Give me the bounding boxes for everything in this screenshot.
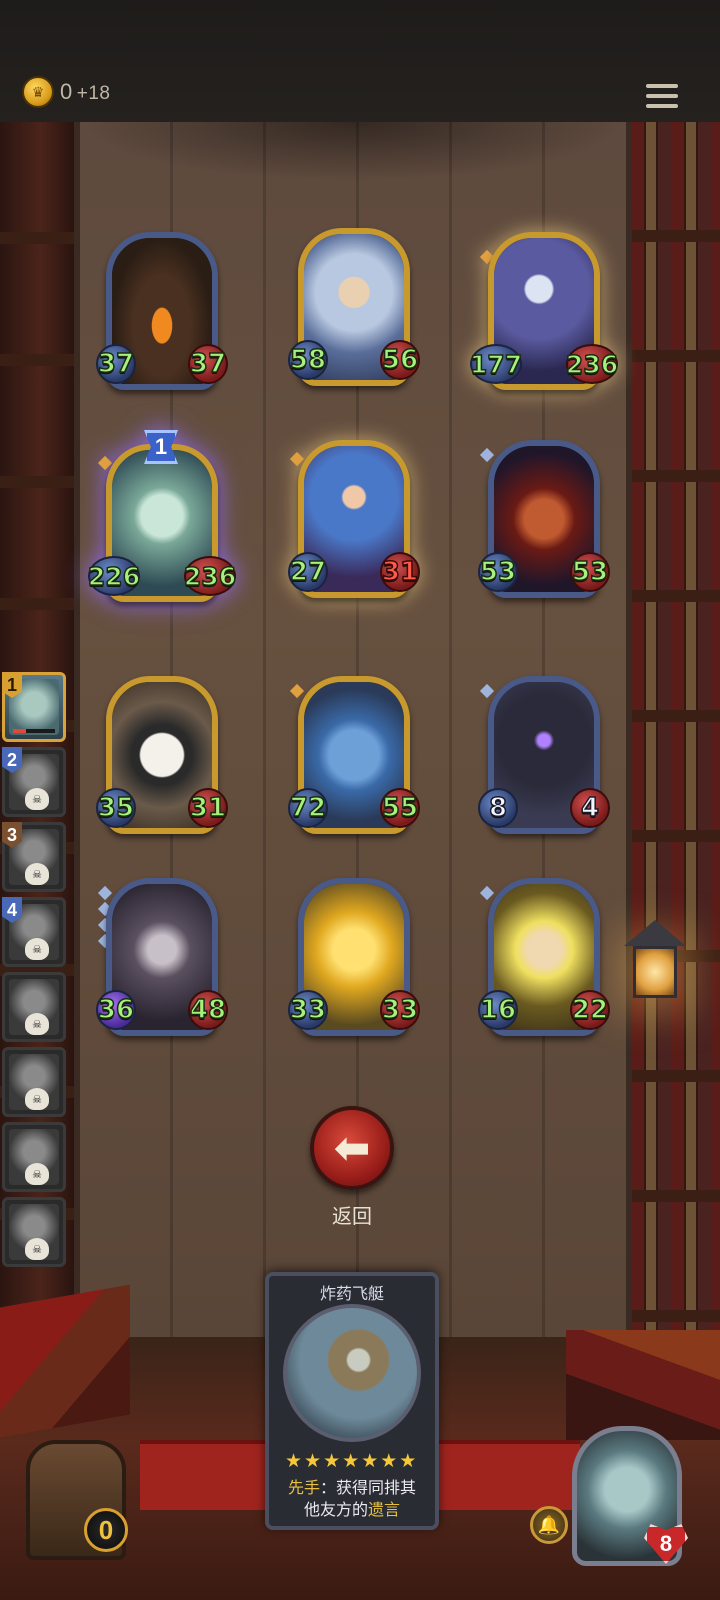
- star-icon: ★: [304, 1451, 322, 1472]
- minion-card[interactable]: 16 22: [478, 878, 610, 1036]
- roster-item-5[interactable]: ☠: [2, 972, 66, 1042]
- spell-description: 先手：获得同排其 他友方的遗言: [277, 1478, 427, 1522]
- minion-card[interactable]: 36 48: [96, 878, 228, 1036]
- attack-stat: 33: [288, 990, 328, 1030]
- skull-icon: ☠: [25, 1163, 49, 1185]
- roster-item-8[interactable]: ☠: [2, 1197, 66, 1267]
- skull-icon: ☠: [25, 788, 49, 810]
- desc-text-2: 他友方的: [303, 1502, 368, 1519]
- minion-card[interactable]: 35 31: [96, 676, 228, 834]
- skull-icon: ☠: [25, 1088, 49, 1110]
- gold-delta: +18: [76, 83, 111, 104]
- desc-text-1: ：获得同排其: [320, 1480, 417, 1497]
- airship-portrait: [283, 1304, 421, 1442]
- minion-card[interactable]: 8 4: [478, 676, 610, 834]
- hero-portrait[interactable]: 8: [572, 1426, 688, 1566]
- roster-item-7[interactable]: ☠: [2, 1122, 66, 1192]
- lantern: [624, 920, 686, 1020]
- health-stat: 236: [565, 344, 619, 384]
- minion-card[interactable]: 27 31: [288, 440, 420, 598]
- attack-stat: 53: [478, 552, 518, 592]
- keyword-first-strike: 先手: [287, 1480, 320, 1497]
- star-rating: ★ ★ ★ ★ ★ ★ ★: [285, 1452, 416, 1471]
- health-stat: 22: [570, 990, 610, 1030]
- attack-stat: 27: [288, 552, 328, 592]
- attack-stat: 58: [288, 340, 328, 380]
- top-bar: ♛ 0 +18: [0, 0, 720, 122]
- star-icon: ★: [399, 1451, 417, 1472]
- star-icon: ★: [380, 1451, 398, 1472]
- health-stat: 37: [188, 344, 228, 384]
- minion-card[interactable]: 1 226 236: [87, 430, 237, 602]
- health-stat: 56: [380, 340, 420, 380]
- chest-count: 0: [84, 1508, 128, 1552]
- player-roster: 1 2 ☠ 3 ☠ 4 ☠ ☠ ☠ ☠ ☠: [2, 672, 66, 1272]
- star-icon: ★: [361, 1451, 379, 1472]
- book-pile-left: [0, 1284, 130, 1438]
- health-stat: 48: [188, 990, 228, 1030]
- gold-value: 0: [60, 79, 73, 104]
- attack-stat: 226: [87, 556, 141, 596]
- health-stat: 53: [570, 552, 610, 592]
- minion-card[interactable]: 177 236: [469, 232, 619, 390]
- skull-icon: ☠: [25, 1238, 49, 1260]
- roster-item-1[interactable]: 1: [2, 672, 66, 742]
- gold-counter: ♛ 0 +18: [22, 76, 110, 108]
- attack-stat: 177: [469, 344, 523, 384]
- roster-item-6[interactable]: ☠: [2, 1047, 66, 1117]
- book-pile-right: [566, 1330, 720, 1440]
- attack-stat: 16: [478, 990, 518, 1030]
- keyword-deathrattle: 遗言: [368, 1502, 401, 1519]
- health-stat: 236: [183, 556, 237, 596]
- health-stat: 31: [188, 788, 228, 828]
- roster-item-3[interactable]: 3 ☠: [2, 822, 66, 892]
- health-stat: 33: [380, 990, 420, 1030]
- star-icon: ★: [285, 1451, 303, 1472]
- spell-title: 炸药飞艇: [319, 1286, 384, 1303]
- minion-card[interactable]: 33 33: [288, 878, 420, 1036]
- spell-card[interactable]: 炸药飞艇 ★ ★ ★ ★ ★ ★ ★ 先手：获得同排其 他友方的遗言: [265, 1272, 439, 1530]
- hamburger-menu-icon[interactable]: [646, 84, 678, 114]
- skull-icon: ☠: [25, 1013, 49, 1035]
- attack-stat: 8: [478, 788, 518, 828]
- treasure-chest[interactable]: 0: [6, 1430, 156, 1570]
- attack-stat: 72: [288, 788, 328, 828]
- attack-stat: 36: [96, 990, 136, 1030]
- back-label: 返回: [332, 1206, 372, 1228]
- bell-icon[interactable]: 🔔: [530, 1506, 568, 1544]
- skull-icon: ☠: [25, 863, 49, 885]
- roster-item-2[interactable]: 2 ☠: [2, 747, 66, 817]
- attack-stat: 35: [96, 788, 136, 828]
- roster-item-4[interactable]: 4 ☠: [2, 897, 66, 967]
- health-stat: 31: [380, 552, 420, 592]
- star-icon: ★: [342, 1451, 360, 1472]
- minion-card[interactable]: 37 37: [96, 232, 228, 390]
- crown-coin-icon: ♛: [22, 76, 54, 108]
- star-icon: ★: [323, 1451, 341, 1472]
- minion-card[interactable]: 72 55: [288, 676, 420, 834]
- back-button[interactable]: ⬅: [310, 1106, 394, 1190]
- attack-stat: 37: [96, 344, 136, 384]
- gold-text: 0 +18: [60, 79, 110, 105]
- arrow-left-icon: ⬅: [333, 1123, 371, 1173]
- health-stat: 55: [380, 788, 420, 828]
- health-bar: [13, 729, 55, 733]
- right-bookshelf: [632, 122, 720, 1412]
- minion-card[interactable]: 53 53: [478, 440, 610, 598]
- health-stat: 4: [570, 788, 610, 828]
- minion-card[interactable]: 58 56: [288, 228, 420, 386]
- skull-icon: ☠: [25, 938, 49, 960]
